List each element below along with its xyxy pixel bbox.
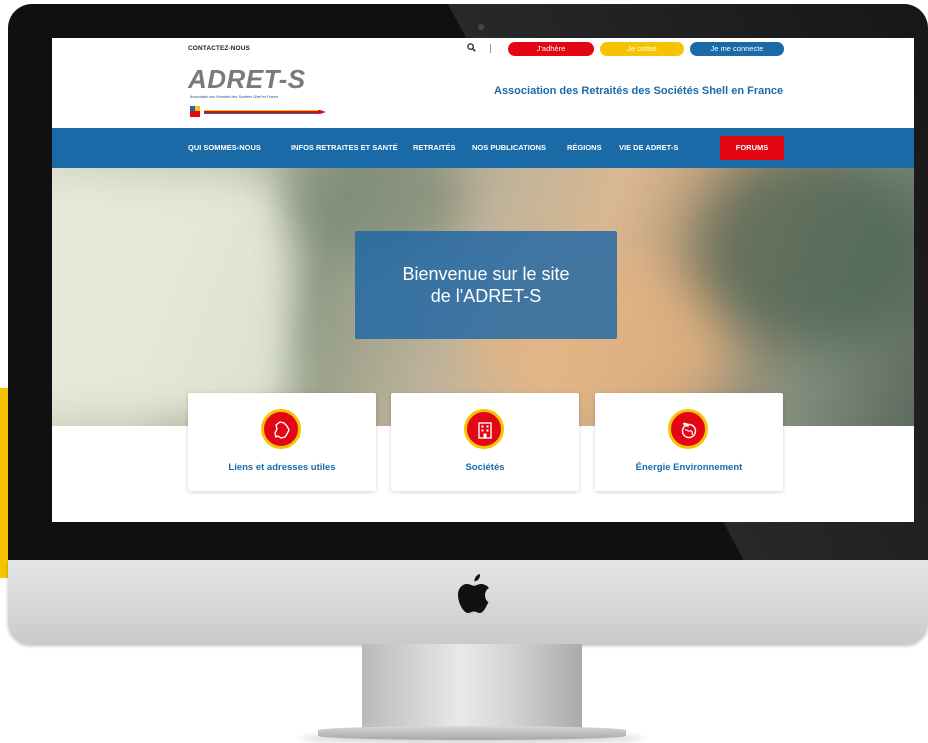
welcome-line-2: de l'ADRET-S: [430, 286, 542, 306]
site-header: ADRET-S Association des Retraités des So…: [52, 60, 914, 128]
forums-button[interactable]: FORUMS: [720, 136, 784, 160]
card-societes[interactable]: Sociétés: [391, 393, 579, 491]
cotise-button[interactable]: Je cotise: [600, 42, 684, 56]
nav-item-retraites[interactable]: RETRAITÉS: [413, 143, 456, 152]
welcome-line-1: Bienvenue sur le site: [402, 264, 570, 284]
connect-button[interactable]: Je me connecte: [690, 42, 784, 56]
logo-stripes-icon: [190, 106, 326, 117]
nav-item-regions[interactable]: RÉGIONS: [567, 143, 602, 152]
nav-item-publications[interactable]: NOS PUBLICATIONS: [472, 143, 546, 152]
building-icon: [464, 409, 504, 449]
contact-link[interactable]: CONTACTEZ-NOUS: [188, 45, 250, 52]
hero-background: [52, 178, 292, 418]
france-map-icon: [261, 409, 301, 449]
logo-title: ADRET-S: [188, 64, 306, 94]
main-nav: QUI SOMMES-NOUS INFOS RETRAITES ET SANTÉ…: [52, 128, 914, 168]
monitor-bezel: CONTACTEZ-NOUS J'adhère Je cotise Je me …: [8, 4, 928, 560]
globe-plant-icon: [668, 409, 708, 449]
nav-item-vie-adret[interactable]: VIE DE ADRET-S: [619, 143, 678, 152]
card-societes-label: Sociétés: [465, 462, 505, 473]
welcome-box: Bienvenue sur le site de l'ADRET-S: [355, 231, 617, 339]
card-energie-label: Énergie Environnement: [635, 462, 743, 473]
apple-logo-icon: [458, 574, 489, 613]
monitor-chin: [8, 560, 928, 644]
card-energie[interactable]: Énergie Environnement: [595, 393, 783, 491]
monitor-stand: [362, 644, 582, 728]
top-bar: CONTACTEZ-NOUS J'adhère Je cotise Je me …: [52, 38, 914, 60]
feature-cards: Liens et adresses utiles Sociétés Énergi…: [52, 393, 914, 503]
site-logo[interactable]: ADRET-S Association des Retraités des So…: [188, 64, 328, 120]
association-title: Association des Retraités des Sociétés S…: [494, 85, 784, 97]
search-icon[interactable]: [467, 43, 476, 52]
nav-item-qui-sommes-nous[interactable]: QUI SOMMES-NOUS: [188, 143, 261, 152]
nav-item-infos-retraites[interactable]: INFOS RETRAITES ET SANTÉ: [291, 143, 398, 152]
website-screen: CONTACTEZ-NOUS J'adhère Je cotise Je me …: [52, 38, 914, 522]
adhere-button[interactable]: J'adhère: [508, 42, 594, 56]
monitor-stand-base: [318, 726, 626, 740]
card-liens[interactable]: Liens et adresses utiles: [188, 393, 376, 491]
topbar-divider: [490, 44, 491, 53]
logo-subtitle: Association des Retraités des Sociétés S…: [190, 95, 279, 99]
hero-banner: Bienvenue sur le site de l'ADRET-S: [52, 168, 914, 426]
card-liens-label: Liens et adresses utiles: [228, 462, 336, 473]
camera: [478, 24, 484, 30]
